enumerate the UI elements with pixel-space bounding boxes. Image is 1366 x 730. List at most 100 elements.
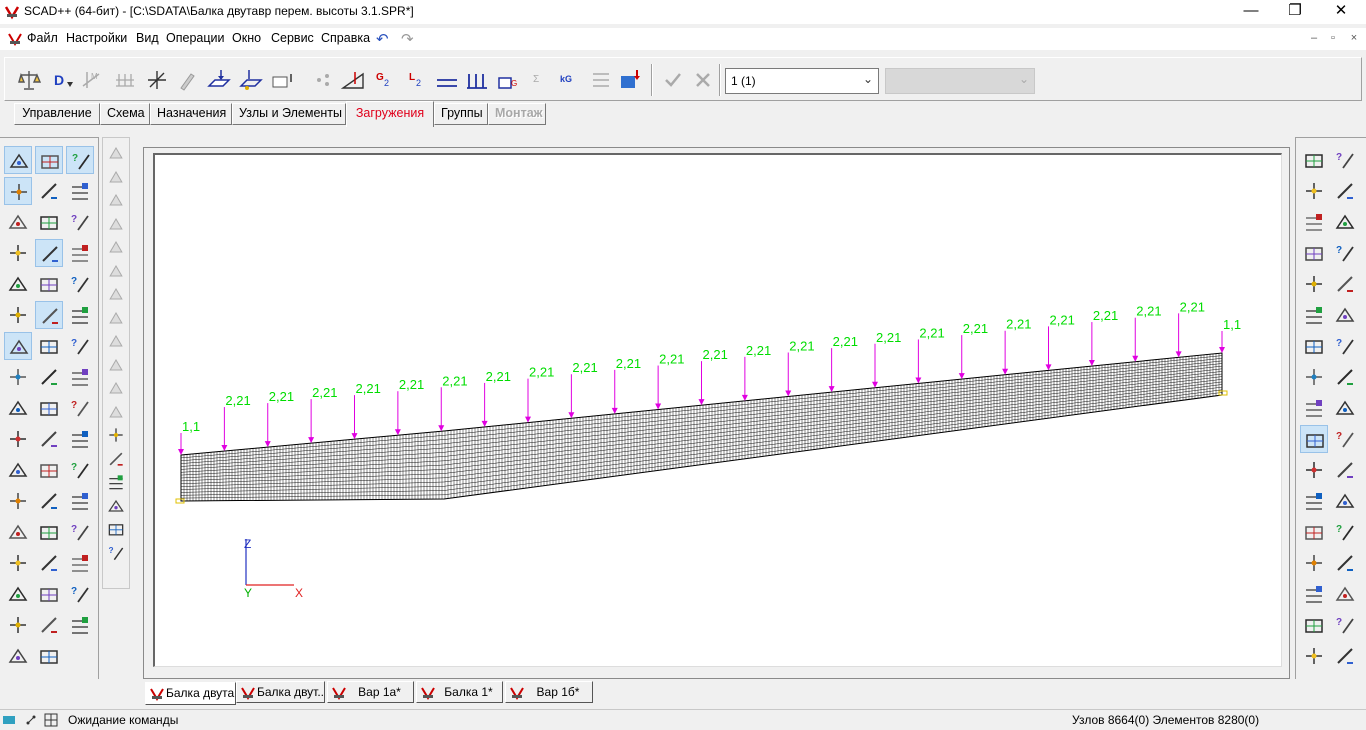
frame-icon[interactable] <box>35 456 63 484</box>
normal-query-icon[interactable] <box>66 487 94 515</box>
model-icon[interactable] <box>2 713 16 727</box>
camera-gray2-icon[interactable]: ? <box>1331 611 1359 639</box>
view-iso-icon[interactable]: ? <box>1331 146 1359 174</box>
query-l-icon[interactable]: ? <box>66 518 94 546</box>
close-button[interactable]: ✕ <box>1318 0 1364 24</box>
doc-tab-2[interactable]: Балка двут... <box>236 681 325 703</box>
slab-icon[interactable] <box>4 611 32 639</box>
axes-icon[interactable] <box>143 66 171 94</box>
red-table-icon[interactable] <box>103 495 129 517</box>
cube-side-icon[interactable] <box>1331 301 1359 329</box>
layers-icon[interactable] <box>4 487 32 515</box>
node-load-icon[interactable] <box>35 363 63 391</box>
node-load2-icon[interactable] <box>66 363 94 391</box>
l2-icon[interactable]: L2 <box>403 66 431 94</box>
cube-left-icon[interactable] <box>1300 363 1328 391</box>
tab-assignments[interactable]: Назначения <box>150 103 232 125</box>
restore-button[interactable]: ❐ <box>1272 0 1318 24</box>
rotate-x-icon[interactable] <box>1331 177 1359 205</box>
angle-icon[interactable] <box>103 213 129 235</box>
gear-gray-icon[interactable] <box>1300 518 1328 546</box>
blue-frame-icon[interactable] <box>1331 549 1359 577</box>
menu-settings[interactable]: Настройки <box>66 31 127 45</box>
rigid-icon[interactable] <box>35 239 63 267</box>
tab-control[interactable]: Управление <box>14 103 100 125</box>
sum-icon[interactable] <box>4 642 32 670</box>
mdi-close-button[interactable]: × <box>1347 32 1361 46</box>
table-icon[interactable] <box>4 549 32 577</box>
spring-icon[interactable] <box>4 177 32 205</box>
grid-icon[interactable] <box>44 713 58 727</box>
snap-icon[interactable] <box>35 301 63 329</box>
box-icon[interactable] <box>66 425 94 453</box>
eraser-icon[interactable] <box>35 146 63 174</box>
doc-tab-5[interactable]: Вар 1б* <box>505 681 593 703</box>
spring-load-icon[interactable] <box>4 363 32 391</box>
red-grid-small-icon[interactable] <box>103 424 129 446</box>
down-load-icon[interactable] <box>35 332 63 360</box>
menu-help[interactable]: Справка <box>321 31 370 45</box>
pin-icon[interactable] <box>173 66 201 94</box>
dx-icon[interactable] <box>1331 642 1359 670</box>
cube-gray2-icon[interactable] <box>103 307 129 329</box>
sphere-gray-icon[interactable] <box>103 377 129 399</box>
node-grid-icon[interactable] <box>4 425 32 453</box>
screenshot-icon[interactable] <box>1331 487 1359 515</box>
cube-top-icon[interactable] <box>1300 332 1328 360</box>
element-load-icon[interactable] <box>269 66 297 94</box>
red-grid-icon[interactable] <box>35 549 63 577</box>
colored-table-icon[interactable] <box>103 518 129 540</box>
stack-icon[interactable] <box>35 611 63 639</box>
circle-gray-icon[interactable]: ? <box>1331 518 1359 546</box>
camera-gray-icon[interactable] <box>1300 611 1328 639</box>
pointer-icon[interactable] <box>103 189 129 211</box>
select-all-icon[interactable] <box>103 166 129 188</box>
model-view[interactable]: 1,1 2,21 2,21 2,21 2,21 2,21 2,21 2,21 2,21 2,21 2… <box>153 153 1282 667</box>
document-icon[interactable] <box>8 32 22 46</box>
grid-table-icon[interactable]: ? <box>103 542 129 564</box>
axes-cross-icon[interactable] <box>4 270 32 298</box>
select-icon[interactable] <box>103 142 129 164</box>
section-icon[interactable] <box>35 580 63 608</box>
menu-operations[interactable]: Операции <box>166 31 224 45</box>
fragment-icon[interactable] <box>1300 425 1328 453</box>
cube-iso-icon[interactable]: ? <box>1331 332 1359 360</box>
view-plane-icon[interactable] <box>1300 177 1328 205</box>
query-grid-icon[interactable] <box>66 239 94 267</box>
query-node-icon[interactable] <box>35 177 63 205</box>
mx-icon[interactable]: M <box>77 66 105 94</box>
undo-icon[interactable]: ↶ <box>376 30 389 48</box>
mass-icon[interactable] <box>587 66 615 94</box>
grid-load-icon[interactable] <box>111 66 139 94</box>
cube-gray3-icon[interactable] <box>103 330 129 352</box>
zoom-icon[interactable] <box>1300 456 1328 484</box>
triangle-load-icon[interactable] <box>339 66 367 94</box>
edit-load-icon[interactable]: ? <box>66 270 94 298</box>
mdi-restore-button[interactable]: ▫ <box>1326 32 1340 46</box>
view-top-icon[interactable] <box>1300 146 1328 174</box>
cube-gray-icon[interactable] <box>103 283 129 305</box>
fit-view-icon[interactable] <box>1331 270 1359 298</box>
dxf-icon[interactable] <box>1300 642 1328 670</box>
redo-icon[interactable]: ↷ <box>401 30 414 48</box>
beam-load-icon[interactable] <box>433 66 461 94</box>
rotate-y2-icon[interactable] <box>1300 270 1328 298</box>
cube-fill-icon[interactable] <box>1300 394 1328 422</box>
doc-tab-4[interactable]: Балка 1* <box>416 681 503 703</box>
gear-save-icon[interactable] <box>617 66 645 94</box>
surface-load-icon[interactable] <box>205 66 233 94</box>
doc-tab-1[interactable]: Балка двута... <box>145 682 236 705</box>
loadcase-select[interactable]: 1 (1) ⌄ <box>725 68 879 94</box>
force-icon[interactable] <box>35 642 63 670</box>
menu-service[interactable]: Сервис <box>271 31 314 45</box>
color-grid-icon[interactable] <box>4 580 32 608</box>
dotted-grid-icon[interactable] <box>1300 580 1328 608</box>
node-query-icon[interactable] <box>35 487 63 515</box>
cube-icon[interactable]: ? <box>66 146 94 174</box>
mdi-minimize-button[interactable]: – <box>1307 32 1321 46</box>
model-canvas[interactable]: 1,1 2,21 2,21 2,21 2,21 2,21 2,21 2,21 2,21 2,21 2… <box>153 153 1282 667</box>
plate-icon[interactable] <box>35 425 63 453</box>
steel-icon[interactable]: ? <box>66 580 94 608</box>
doc-tab-3[interactable]: Вар 1а* <box>327 681 414 703</box>
nodes-icon[interactable] <box>309 66 337 94</box>
